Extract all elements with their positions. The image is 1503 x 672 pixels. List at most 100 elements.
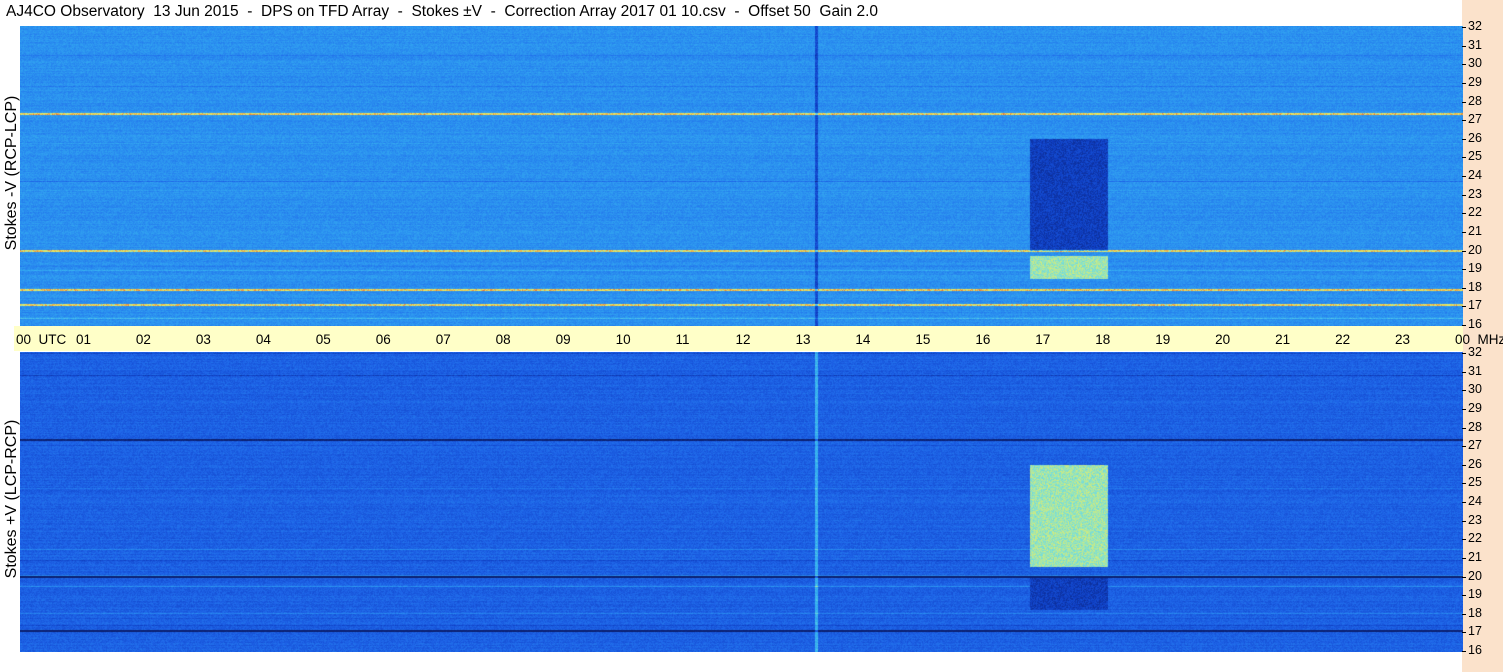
top-panel-ylabel: Stokes -V (RCP-LCP): [3, 95, 20, 251]
frequency-tick-mark: [1462, 250, 1466, 252]
bottom-panel-ylabel: Stokes +V (LCP-RCP): [3, 419, 20, 579]
frequency-tick-mark: [1462, 632, 1466, 634]
frequency-tick-mark: [1462, 287, 1466, 289]
frequency-tick-mark: [1462, 446, 1466, 448]
frequency-tick-mark: [1462, 269, 1466, 271]
frequency-tick-mark: [1462, 101, 1466, 103]
frequency-tick-mark: [1462, 27, 1466, 28]
utc-tick-label: 16: [975, 332, 991, 347]
frequency-tick-label: 25: [1468, 475, 1482, 490]
frequency-tick-label: 22: [1468, 205, 1482, 220]
frequency-tick-mark: [1462, 595, 1466, 597]
utc-tick-label: 22: [1335, 332, 1351, 347]
frequency-tick-label: 23: [1468, 186, 1482, 201]
frequency-tick-label: 32: [1468, 19, 1482, 33]
frequency-tick-mark: [1462, 138, 1466, 140]
utc-tick-label: 20: [1215, 332, 1231, 347]
frequency-tick-label: 20: [1468, 568, 1482, 583]
frequency-tick-mark: [1462, 576, 1466, 578]
utc-tick-label: 12: [735, 332, 751, 347]
frequency-tick-label: 28: [1468, 93, 1482, 108]
utc-tick-label: 18: [1095, 332, 1111, 347]
spectrogram-top-canvas: [20, 26, 1463, 326]
utc-tick-label: 07: [435, 332, 451, 347]
utc-tick-label: 08: [495, 332, 511, 347]
utc-tick-label: 21: [1275, 332, 1291, 347]
frequency-tick-mark: [1462, 157, 1466, 159]
frequency-tick-label: 29: [1468, 74, 1482, 89]
frequency-tick-label: 18: [1468, 279, 1482, 294]
utc-tick-label: 03: [195, 332, 211, 347]
frequency-tick-label: 32: [1468, 345, 1482, 359]
frequency-tick-mark: [1462, 64, 1466, 66]
frequency-tick-label: 24: [1468, 494, 1482, 508]
frequency-tick-label: 29: [1468, 400, 1482, 415]
frequency-tick-label: 27: [1468, 438, 1482, 453]
frequency-tick-mark: [1462, 613, 1466, 615]
frequency-tick-label: 17: [1468, 624, 1482, 639]
frequency-tick-mark: [1462, 651, 1466, 652]
frequency-tick-label: 30: [1468, 382, 1482, 397]
utc-tick-label: 00 UTC: [16, 332, 67, 347]
frequency-tick-label: 28: [1468, 419, 1482, 434]
utc-tick-label: 15: [915, 332, 931, 347]
frequency-tick-mark: [1462, 483, 1466, 485]
utc-tick-label: 14: [855, 332, 871, 347]
frequency-tick-label: 19: [1468, 261, 1482, 276]
spectrogram-top-panel: [20, 26, 1463, 326]
frequency-tick-label: 31: [1468, 37, 1482, 52]
frequency-tick-mark: [1462, 371, 1466, 373]
frequency-tick-label: 26: [1468, 456, 1482, 471]
frequency-tick-mark: [1462, 325, 1466, 326]
spectrogram-bottom-panel: [20, 352, 1463, 652]
frequency-tick-label: 30: [1468, 56, 1482, 71]
utc-tick-label: 04: [255, 332, 271, 347]
frequency-tick-label: 27: [1468, 112, 1482, 127]
utc-tick-label: 13: [795, 332, 811, 347]
utc-tick-label: 09: [555, 332, 571, 347]
frequency-tick-mark: [1462, 306, 1466, 308]
utc-tick-label: 17: [1035, 332, 1051, 347]
utc-tick-label: 02: [135, 332, 151, 347]
frequency-tick-mark: [1462, 82, 1466, 84]
frequency-tick-label: 19: [1468, 587, 1482, 602]
frequency-tick-mark: [1462, 408, 1466, 410]
frequency-tick-label: 31: [1468, 363, 1482, 378]
chart-title: AJ4CO Observatory 13 Jun 2015 - DPS on T…: [6, 3, 879, 20]
utc-tick-label: 05: [315, 332, 331, 347]
frequency-tick-label: 26: [1468, 130, 1482, 145]
frequency-tick-label: 24: [1468, 168, 1482, 182]
frequency-tick-label: 20: [1468, 242, 1482, 257]
frequency-tick-mark: [1462, 353, 1466, 354]
frequency-tick-mark: [1462, 176, 1466, 177]
spectrogram-bottom-canvas: [20, 352, 1463, 652]
frequency-tick-mark: [1462, 464, 1466, 466]
frequency-tick-mark: [1462, 194, 1466, 196]
utc-tick-label: 19: [1155, 332, 1171, 347]
frequency-tick-mark: [1462, 539, 1466, 541]
frequency-tick-mark: [1462, 557, 1466, 559]
frequency-tick-mark: [1462, 427, 1466, 429]
frequency-tick-label: 17: [1468, 298, 1482, 313]
utc-tick-label: 06: [375, 332, 391, 347]
frequency-tick-mark: [1462, 213, 1466, 215]
frequency-tick-label: 16: [1468, 643, 1482, 657]
frequency-tick-mark: [1462, 520, 1466, 522]
utc-tick-label: 01: [75, 332, 91, 347]
utc-tick-label: 10: [615, 332, 631, 347]
utc-tick-label: 23: [1395, 332, 1411, 347]
frequency-tick-mark: [1462, 45, 1466, 47]
frequency-tick-mark: [1462, 120, 1466, 122]
frequency-tick-label: 16: [1468, 317, 1482, 331]
frequency-tick-label: 21: [1468, 223, 1482, 238]
frequency-tick-mark: [1462, 231, 1466, 233]
frequency-tick-label: 25: [1468, 149, 1482, 164]
utc-time-axis: 00 UTC 01 02 03 04 05 06 07 08 09 10 11 12 13 14 15 16 17…: [14, 326, 1503, 351]
frequency-tick-label: 22: [1468, 531, 1482, 546]
frequency-tick-label: 18: [1468, 605, 1482, 620]
utc-tick-label: 11: [675, 332, 690, 347]
frequency-tick-label: 21: [1468, 549, 1482, 564]
frequency-tick-mark: [1462, 390, 1466, 392]
frequency-tick-label: 23: [1468, 512, 1482, 527]
frequency-tick-mark: [1462, 502, 1466, 503]
